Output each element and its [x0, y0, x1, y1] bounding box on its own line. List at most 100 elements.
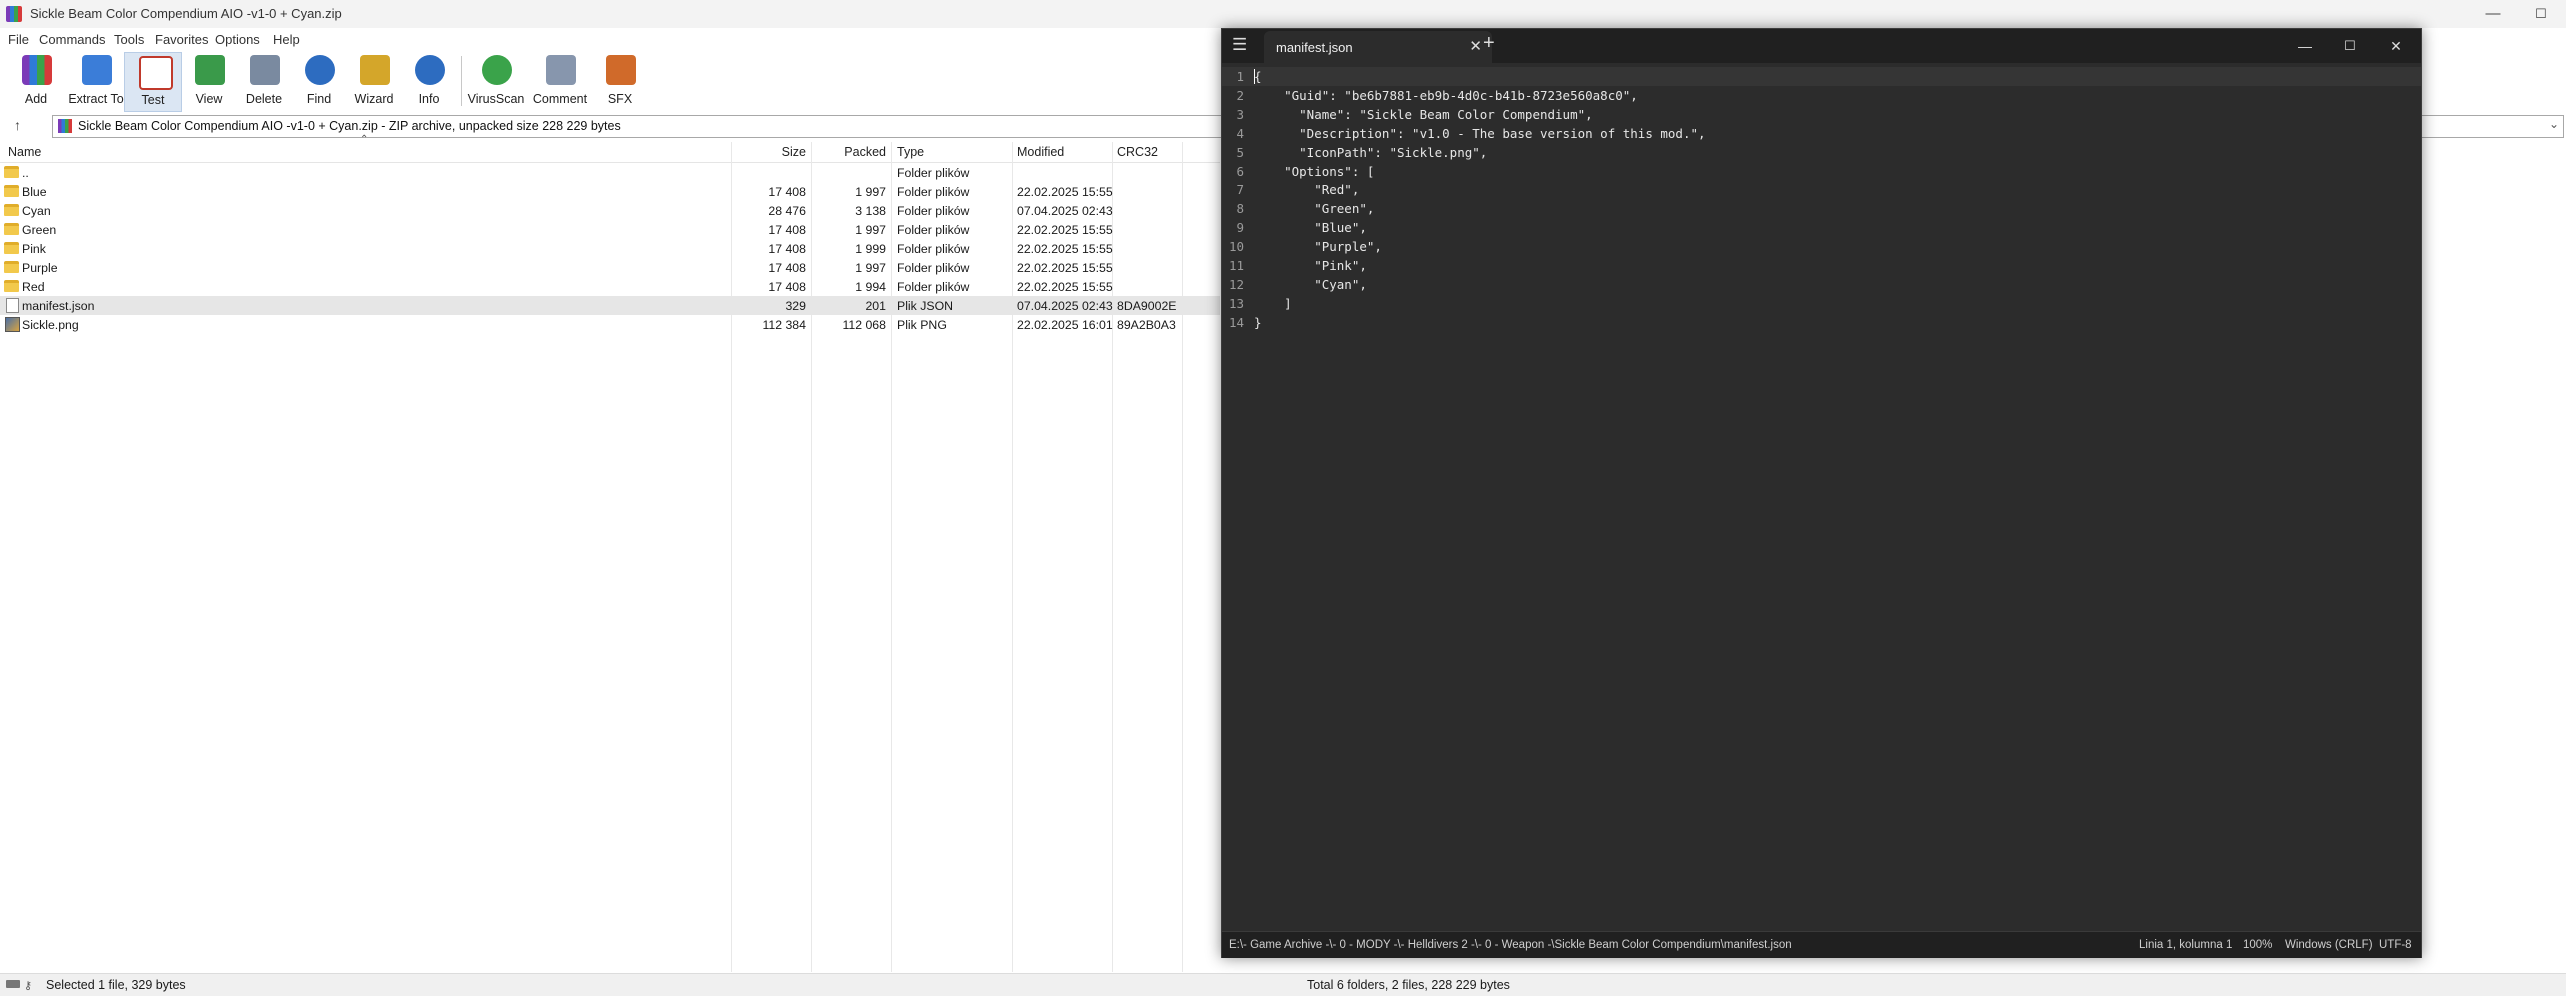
- folder-icon: [4, 280, 19, 292]
- file-row[interactable]: Green 17 408 1 997 Folder plików 22.02.2025 …: [0, 220, 1220, 239]
- find-button[interactable]: Find: [289, 52, 349, 110]
- info-button[interactable]: Info: [399, 52, 459, 110]
- cell-modified: 07.04.2025 02:43: [1017, 299, 1113, 313]
- toolbar-separator: [461, 56, 462, 106]
- line-ending[interactable]: Windows (CRLF): [2285, 939, 2373, 951]
- chevron-down-icon[interactable]: ⌄: [2549, 117, 2559, 131]
- cell-type: Folder plików: [897, 166, 970, 180]
- cell-packed: 201: [865, 299, 886, 313]
- cell-name: Pink: [22, 242, 46, 256]
- cell-type: Folder plików: [897, 223, 970, 237]
- file-row[interactable]: Sickle.png 112 384 112 068 Plik PNG 22.02.20…: [0, 315, 1220, 334]
- code-line: "Cyan",: [1254, 276, 1367, 292]
- file-row[interactable]: Cyan 28 476 3 138 Folder plików 07.04.2025 0…: [0, 201, 1220, 220]
- add-archive-icon: [22, 55, 52, 85]
- delete-bin-icon: [250, 55, 280, 85]
- menu-favorites[interactable]: Favorites: [155, 32, 208, 47]
- add-button[interactable]: Add: [6, 52, 66, 110]
- cell-modified: 22.02.2025 15:55: [1017, 242, 1113, 256]
- file-list[interactable]: Name Size Packed Type Modified CRC32 .. F…: [0, 142, 1220, 972]
- cell-packed: 112 068: [842, 318, 886, 332]
- file-row[interactable]: Red 17 408 1 994 Folder plików 22.02.2025 15…: [0, 277, 1220, 296]
- cell-packed: 3 138: [855, 204, 886, 218]
- code-line: "Green",: [1254, 201, 1375, 217]
- virusscan-button[interactable]: VirusScan: [466, 52, 526, 110]
- rar-minimize-button[interactable]: —: [2470, 0, 2516, 28]
- current-line-highlight: [1222, 67, 2421, 86]
- selection-status: Selected 1 file, 329 bytes: [46, 978, 186, 992]
- virusscan-icon: [482, 55, 512, 85]
- notepad-close-button[interactable]: ✕: [2373, 29, 2419, 63]
- line-number: 2: [1236, 87, 1244, 103]
- column-modified[interactable]: Modified: [1017, 145, 1064, 159]
- hamburger-menu-icon[interactable]: ☰: [1232, 35, 1247, 55]
- zoom-level[interactable]: 100%: [2243, 939, 2272, 951]
- sfx-button[interactable]: SFX: [590, 52, 650, 110]
- cell-modified: 22.02.2025 15:55: [1017, 280, 1113, 294]
- tab-manifest-json[interactable]: manifest.json ✕: [1264, 31, 1492, 63]
- png-file-icon: [5, 317, 20, 332]
- wizard-button[interactable]: Wizard: [344, 52, 404, 110]
- column-size[interactable]: Size: [740, 145, 806, 159]
- extract-to-button[interactable]: Extract To: [66, 52, 126, 110]
- folder-icon: [4, 185, 19, 197]
- cell-name: Sickle.png: [22, 318, 79, 332]
- file-row[interactable]: Purple 17 408 1 997 Folder plików 22.02.2025…: [0, 258, 1220, 277]
- cell-size: 329: [785, 299, 806, 313]
- delete-button[interactable]: Delete: [234, 52, 294, 110]
- file-row[interactable]: manifest.json 329 201 Plik JSON 07.04.2025 0…: [0, 296, 1220, 315]
- test-button[interactable]: Test: [124, 52, 182, 112]
- cell-size: 17 408: [768, 261, 806, 275]
- up-folder-icon[interactable]: ↑: [14, 117, 21, 133]
- code-line: "Blue",: [1254, 220, 1367, 236]
- column-type[interactable]: Type: [897, 145, 924, 159]
- tab-close-icon[interactable]: ✕: [1469, 37, 1482, 55]
- json-file-icon: [6, 298, 19, 313]
- cell-type: Plik PNG: [897, 318, 947, 332]
- file-row[interactable]: Blue 17 408 1 997 Folder plików 22.02.2025 1…: [0, 182, 1220, 201]
- rar-maximize-button[interactable]: ☐: [2518, 0, 2564, 28]
- view-book-icon: [195, 55, 225, 85]
- wizard-wand-icon: [360, 55, 390, 85]
- code-line: "Name": "Sickle Beam Color Compendium",: [1254, 106, 1593, 122]
- text-editor[interactable]: 1 {2 "Guid": "be6b7881-eb9b-4d0c-b41b-872…: [1222, 65, 2421, 930]
- notepad-minimize-button[interactable]: —: [2282, 29, 2328, 63]
- column-crc32[interactable]: CRC32: [1117, 145, 1158, 159]
- extract-to-label: Extract To: [68, 92, 124, 106]
- menu-help[interactable]: Help: [273, 32, 300, 47]
- line-number: 7: [1236, 182, 1244, 198]
- notepad-window: ☰ manifest.json ✕ + — ☐ ✕ 1 {2 "Guid": "b…: [1221, 28, 2422, 958]
- rar-window-title: Sickle Beam Color Compendium AIO -v1-0 +…: [30, 6, 342, 21]
- code-line: "Red",: [1254, 182, 1360, 198]
- zip-archive-icon: [58, 119, 72, 133]
- test-label: Test: [141, 93, 165, 107]
- line-number: 1: [1236, 69, 1244, 84]
- text-caret: [1254, 69, 1255, 84]
- menu-options[interactable]: Options: [215, 32, 260, 47]
- file-row[interactable]: Pink 17 408 1 999 Folder plików 22.02.2025 1…: [0, 239, 1220, 258]
- line-number: 12: [1228, 276, 1244, 292]
- column-name[interactable]: Name: [8, 145, 41, 159]
- menu-file[interactable]: File: [8, 32, 29, 47]
- notepad-maximize-button[interactable]: ☐: [2327, 29, 2373, 63]
- view-button[interactable]: View: [179, 52, 239, 110]
- menu-commands[interactable]: Commands: [39, 32, 105, 47]
- line-number: 4: [1236, 125, 1244, 141]
- comment-button[interactable]: Comment: [530, 52, 590, 110]
- cursor-position[interactable]: Linia 1, kolumna 1: [2139, 939, 2232, 951]
- cell-name: Green: [22, 223, 57, 237]
- code-line: "Description": "v1.0 - The base version …: [1254, 125, 1706, 141]
- encoding[interactable]: UTF-8: [2379, 939, 2412, 951]
- cell-crc: 89A2B0A3: [1117, 318, 1176, 332]
- cell-packed: 1 997: [855, 185, 886, 199]
- file-list-header: Name Size Packed Type Modified CRC32: [0, 142, 1220, 163]
- new-tab-icon[interactable]: +: [1483, 32, 1495, 55]
- cell-packed: 1 994: [855, 280, 886, 294]
- column-packed[interactable]: Packed: [820, 145, 886, 159]
- code-line: {: [1254, 69, 1262, 84]
- cell-packed: 1 997: [855, 261, 886, 275]
- drive-icon: [6, 980, 20, 988]
- cell-size: 28 476: [768, 204, 806, 218]
- file-row[interactable]: .. Folder plików: [0, 163, 1220, 182]
- menu-tools[interactable]: Tools: [114, 32, 144, 47]
